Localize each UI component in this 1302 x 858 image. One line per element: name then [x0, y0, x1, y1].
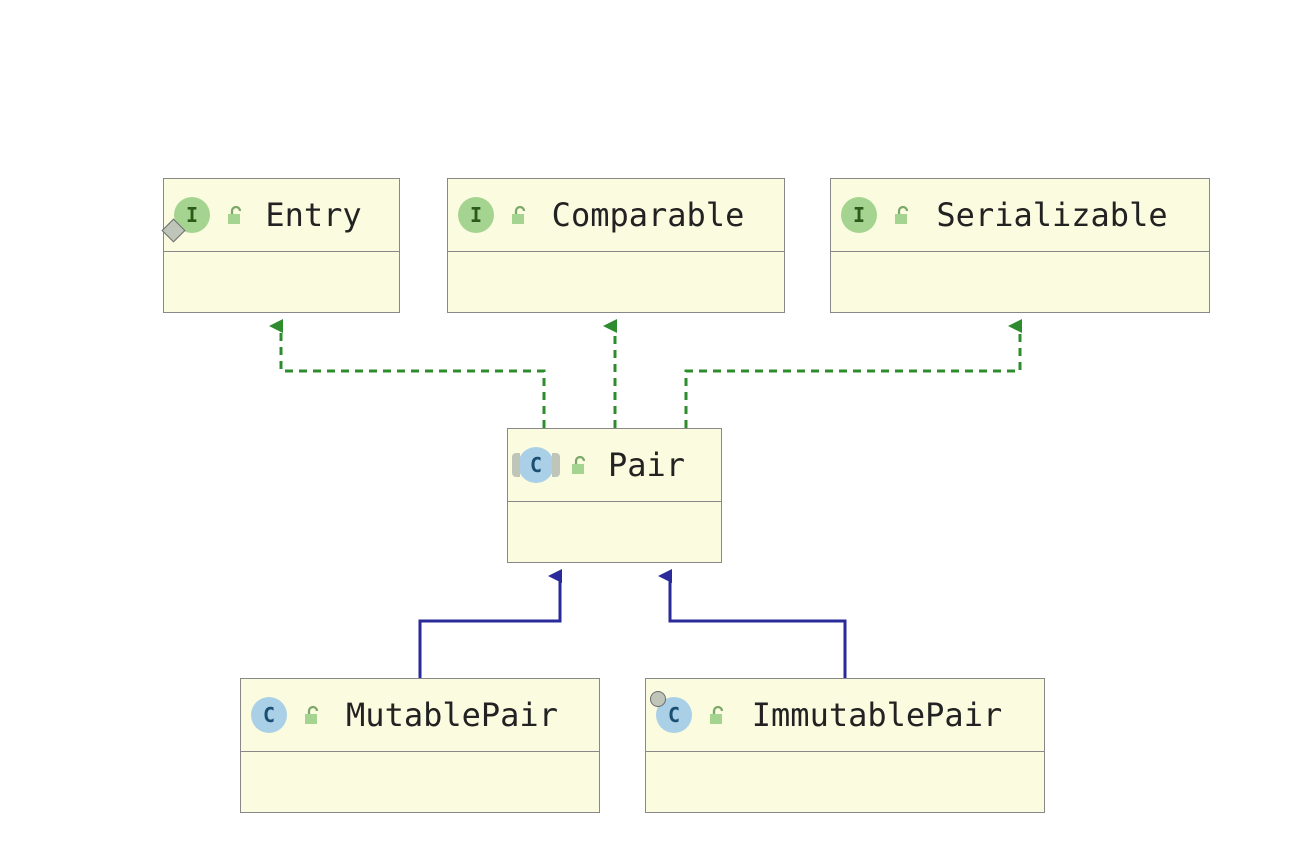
edge-pair-entry: [281, 326, 544, 428]
node-name: Serializable: [913, 196, 1199, 234]
node-body: [164, 252, 399, 312]
node-serializable: I Serializable: [830, 178, 1210, 313]
node-header: I Serializable: [831, 179, 1209, 252]
abstract-badge-icon: [512, 453, 520, 477]
node-name: MutablePair: [323, 696, 589, 734]
interface-icon: I: [174, 197, 210, 233]
unlock-icon: [506, 204, 530, 226]
abstract-badge-icon: [552, 453, 560, 477]
node-header: I Comparable: [448, 179, 784, 252]
interface-icon: I: [458, 197, 494, 233]
edge-immutable-pair: [670, 576, 845, 678]
node-name: Entry: [246, 196, 389, 234]
node-name: Comparable: [530, 196, 774, 234]
final-badge-icon: [650, 691, 666, 707]
class-icon: C: [251, 697, 287, 733]
node-body: [646, 752, 1044, 812]
node-body: [831, 252, 1209, 312]
unlock-icon: [704, 704, 728, 726]
node-name: Pair: [590, 446, 711, 484]
node-body: [508, 502, 721, 562]
class-icon: C: [656, 697, 692, 733]
node-header: C Pair: [508, 429, 721, 502]
node-mutablepair: C MutablePair: [240, 678, 600, 813]
unlock-icon: [299, 704, 323, 726]
node-header: I Entry: [164, 179, 399, 252]
node-body: [241, 752, 599, 812]
node-entry: I Entry: [163, 178, 400, 313]
unlock-icon: [222, 204, 246, 226]
node-name: ImmutablePair: [728, 696, 1034, 734]
interface-icon: I: [841, 197, 877, 233]
uml-diagram: I Entry I Compara: [0, 0, 1302, 858]
class-icon: C: [518, 447, 554, 483]
node-comparable: I Comparable: [447, 178, 785, 313]
node-header: C ImmutablePair: [646, 679, 1044, 752]
node-header: C MutablePair: [241, 679, 599, 752]
unlock-icon: [566, 454, 590, 476]
edge-mutable-pair: [420, 576, 560, 678]
node-body: [448, 252, 784, 312]
unlock-icon: [889, 204, 913, 226]
node-immutablepair: C ImmutablePair: [645, 678, 1045, 813]
edge-pair-serializable: [686, 326, 1020, 428]
node-pair: C Pair: [507, 428, 722, 563]
